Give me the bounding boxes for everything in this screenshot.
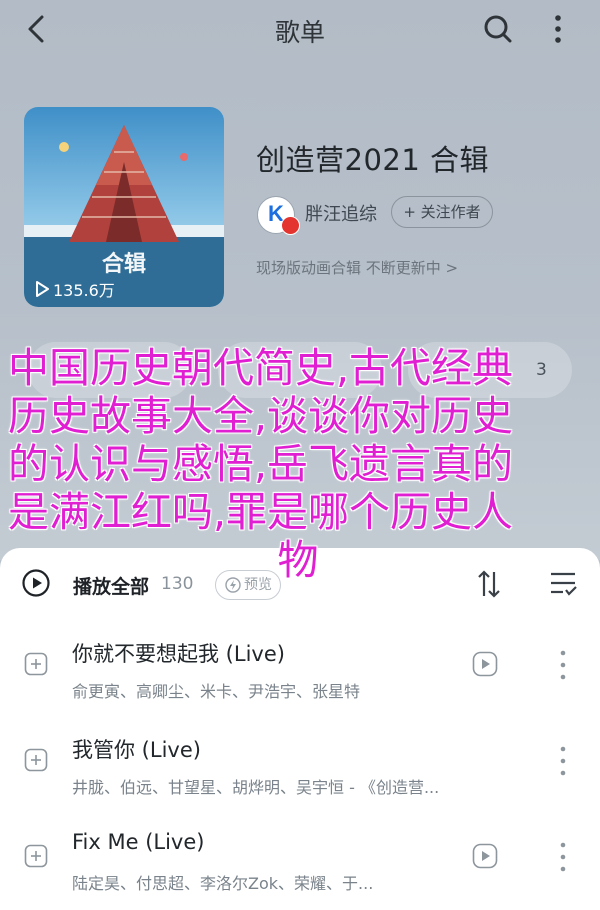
song-row[interactable]: Fix Me (Live) 陆定昊、付思超、李洛尔Zok、荣耀、于... (0, 810, 600, 905)
song-title: 你就不要想起我 (Live) (72, 642, 285, 666)
song-row[interactable]: 你就不要想起我 (Live) 俞更寅、高卿尘、米卡、尹浩宇、张星特 (0, 618, 600, 713)
song-artists: 井胧、伯远、甘望星、胡烨明、吴宇恒 - 《创造营... (72, 778, 440, 797)
overlay-line-4: 是满江红吗,罪是哪个历史人 (8, 488, 514, 536)
add-icon[interactable] (24, 748, 48, 772)
creator-name[interactable]: 胖汪追综 (305, 200, 377, 226)
cover-title: 合辑 (102, 251, 146, 277)
overlay-line-5: 物 (277, 536, 319, 584)
search-icon[interactable] (480, 11, 516, 47)
song-title: 我管你 (Live) (72, 738, 201, 762)
add-icon[interactable] (24, 652, 48, 676)
album-title: 创造营2021 合辑 (256, 143, 490, 177)
mv-play-icon[interactable] (472, 651, 498, 677)
overlay-line-3: 的认识与感悟,岳飞遗言真的 (8, 440, 514, 488)
album-description[interactable]: 现场版动画合辑 不断更新中 > (256, 257, 458, 278)
play-count: 135.6万 (35, 277, 115, 301)
mv-play-icon[interactable] (472, 843, 498, 869)
top-bar: 歌单 (0, 0, 600, 58)
song-row[interactable]: 我管你 (Live) 井胧、伯远、甘望星、胡烨明、吴宇恒 - 《创造营... (0, 714, 600, 809)
more-vertical-icon[interactable] (559, 840, 567, 874)
song-artists: 俞更寅、高卿尘、米卡、尹浩宇、张星特 (72, 682, 361, 701)
overlay-line-2: 历史故事大全,谈谈你对历史 (8, 392, 514, 440)
more-vertical-icon[interactable] (559, 648, 567, 682)
play-icon (36, 281, 49, 297)
verified-badge-icon (281, 216, 300, 235)
more-vertical-icon[interactable] (548, 12, 568, 46)
song-title: Fix Me (Live) (72, 830, 205, 854)
song-list-panel: 播放全部 130 预览 你就不要想起我 (Live) 俞更寅、高卿尘、米卡、尹浩… (0, 548, 600, 910)
add-icon[interactable] (24, 844, 48, 868)
more-vertical-icon[interactable] (559, 744, 567, 778)
follow-button[interactable]: + 关注作者 (391, 196, 493, 228)
overlay-line-1: 中国历史朝代简史,古代经典 (8, 344, 514, 392)
overlay-headline: 中国历史朝代简史,古代经典 历史故事大全,谈谈你对历史 的认识与感悟,岳飞遗言真… (8, 344, 588, 584)
song-artists: 陆定昊、付思超、李洛尔Zok、荣耀、于... (72, 874, 374, 893)
album-cover[interactable]: 合辑 135.6万 (24, 107, 224, 307)
play-count-value: 135.6万 (53, 281, 115, 300)
